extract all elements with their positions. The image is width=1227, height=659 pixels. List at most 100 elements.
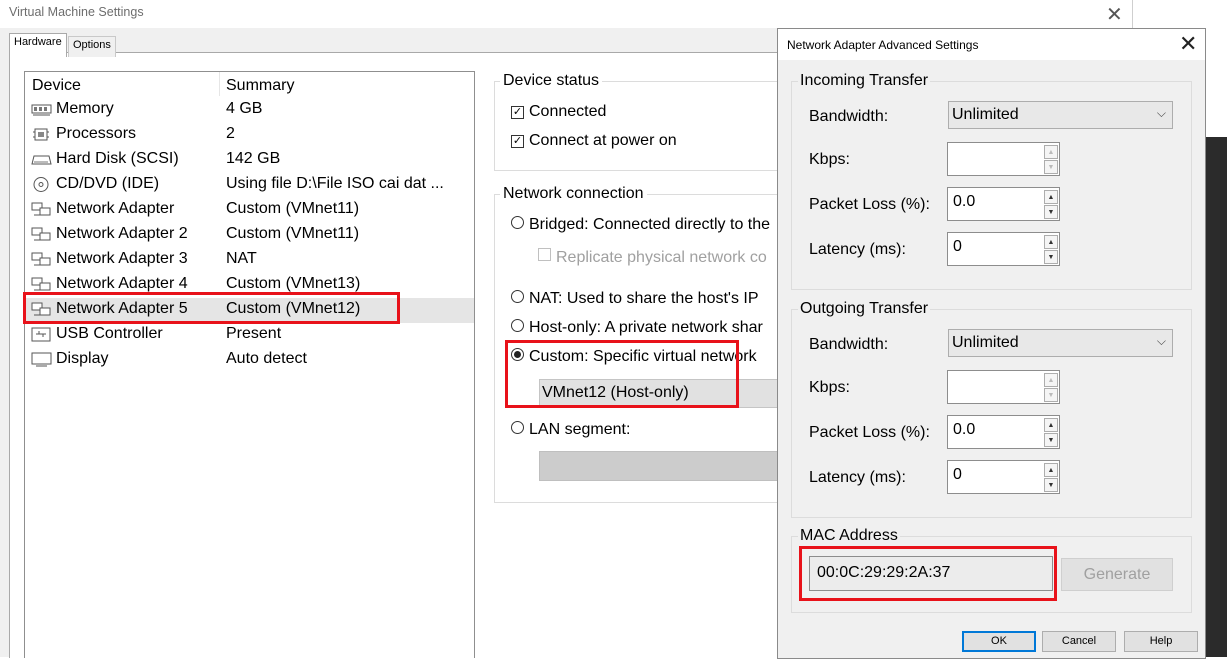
generate-button[interactable]: Generate (1061, 558, 1173, 591)
outgoing-transfer-title: Outgoing Transfer (798, 300, 931, 318)
checkbox-icon (538, 248, 551, 261)
window-title: Virtual Machine Settings (9, 5, 144, 19)
device-summary: 2 (226, 125, 235, 142)
device-name: Network Adapter (56, 200, 175, 217)
device-summary: 142 GB (226, 150, 281, 167)
highlight-box-custom-network (505, 340, 739, 408)
device-column-header[interactable]: Device (32, 77, 81, 95)
window-border (1132, 0, 1133, 28)
outgoing-latency-label: Latency (ms): (809, 469, 906, 486)
incoming-kbps-input[interactable]: ▲ ▼ (947, 142, 1060, 176)
host-only-radio[interactable]: Host-only: A private network shar (511, 319, 763, 337)
incoming-latency-input[interactable]: 0 ▲ ▼ (947, 232, 1060, 266)
device-row-usb-controller[interactable]: USB Controller Present (25, 323, 474, 348)
lan-segment-radio[interactable]: LAN segment: (511, 421, 630, 439)
spin-down-icon[interactable]: ▼ (1044, 388, 1058, 402)
device-name: Memory (56, 100, 114, 117)
outgoing-latency-input[interactable]: 0 ▲ ▼ (947, 460, 1060, 494)
column-separator[interactable] (219, 72, 220, 96)
device-name: Hard Disk (SCSI) (56, 150, 179, 167)
device-name: Network Adapter 4 (56, 275, 188, 292)
bridged-radio[interactable]: Bridged: Connected directly to the (511, 216, 770, 234)
connected-checkbox[interactable]: ✓ Connected (511, 103, 606, 121)
device-summary: 4 GB (226, 100, 263, 117)
highlight-box-selected-adapter (23, 292, 400, 324)
spin-down-icon[interactable]: ▼ (1044, 433, 1058, 447)
ok-button[interactable]: OK (962, 631, 1036, 652)
incoming-latency-label: Latency (ms): (809, 241, 906, 258)
radio-icon (511, 319, 524, 332)
replicate-checkbox[interactable]: Replicate physical network co (538, 248, 767, 267)
spin-up-icon[interactable]: ▲ (1044, 418, 1058, 432)
check-icon: ✓ (511, 135, 524, 148)
spin-down-icon[interactable]: ▼ (1044, 250, 1058, 264)
radio-icon (511, 290, 524, 303)
help-button[interactable]: Help (1124, 631, 1198, 652)
tab-options[interactable]: Options (68, 36, 116, 57)
incoming-bandwidth-label: Bandwidth: (809, 108, 889, 125)
spin-down-icon[interactable]: ▼ (1044, 160, 1058, 174)
outgoing-bandwidth-select[interactable]: Unlimited ⌵ (948, 329, 1173, 357)
spin-up-icon[interactable]: ▲ (1044, 373, 1058, 387)
device-row-network-adapter[interactable]: Network Adapter Custom (VMnet11) (25, 198, 474, 223)
device-list[interactable]: Device Summary Memory 4 GB Processors 2 … (24, 71, 475, 658)
summary-column-header[interactable]: Summary (226, 77, 294, 95)
chevron-down-icon: ⌵ (1156, 106, 1166, 120)
device-name: CD/DVD (IDE) (56, 175, 160, 192)
device-status-title: Device status (500, 72, 603, 90)
spin-up-icon[interactable]: ▲ (1044, 190, 1058, 204)
highlight-box-mac-address (799, 546, 1057, 601)
network-adapter-icon (31, 277, 51, 291)
device-row-cd-dvd[interactable]: CD/DVD (IDE) Using file D:\File ISO cai … (25, 173, 474, 198)
radio-icon (511, 421, 524, 434)
close-icon[interactable]: ✕ (1179, 31, 1197, 57)
lan-segment-select[interactable] (539, 451, 781, 481)
device-row-memory[interactable]: Memory 4 GB (25, 98, 474, 123)
network-adapter-icon (31, 227, 51, 241)
outgoing-kbps-input[interactable]: ▲ ▼ (947, 370, 1060, 404)
spin-up-icon[interactable]: ▲ (1044, 145, 1058, 159)
network-adapter-icon (31, 252, 51, 266)
dialog-title: Network Adapter Advanced Settings (787, 38, 979, 52)
desktop-background (1204, 137, 1227, 657)
outgoing-packet-loss-input[interactable]: 0.0 ▲ ▼ (947, 415, 1060, 449)
network-connection-title: Network connection (500, 185, 647, 203)
check-icon: ✓ (511, 106, 524, 119)
spin-up-icon[interactable]: ▲ (1044, 463, 1058, 477)
outgoing-packet-loss-label: Packet Loss (%): (809, 424, 930, 441)
device-summary: Custom (VMnet11) (226, 200, 360, 217)
advanced-settings-dialog: Network Adapter Advanced Settings ✕ Inco… (777, 28, 1206, 659)
device-summary: NAT (226, 250, 257, 267)
incoming-bandwidth-value: Unlimited (952, 106, 1019, 123)
cancel-button[interactable]: Cancel (1042, 631, 1116, 652)
cd-dvd-icon (33, 177, 49, 192)
nat-radio[interactable]: NAT: Used to share the host's IP (511, 290, 759, 308)
close-icon[interactable]: ✕ (1106, 2, 1123, 27)
dialog-title-bar: Network Adapter Advanced Settings ✕ (778, 29, 1205, 60)
device-row-processors[interactable]: Processors 2 (25, 123, 474, 148)
tab-hardware[interactable]: Hardware (9, 33, 67, 57)
device-name: Network Adapter 2 (56, 225, 188, 242)
incoming-packet-loss-input[interactable]: 0.0 ▲ ▼ (947, 187, 1060, 221)
spin-down-icon[interactable]: ▼ (1044, 478, 1058, 492)
device-row-hard-disk[interactable]: Hard Disk (SCSI) 142 GB (25, 148, 474, 173)
device-status-group (494, 81, 796, 171)
device-name: Processors (56, 125, 137, 142)
device-summary: Using file D:\File ISO cai dat ... (226, 175, 444, 192)
network-adapter-icon (31, 202, 51, 216)
display-icon (31, 352, 52, 367)
connect-at-power-on-checkbox[interactable]: ✓ Connect at power on (511, 132, 677, 150)
spin-up-icon[interactable]: ▲ (1044, 235, 1058, 249)
outgoing-bandwidth-value: Unlimited (952, 334, 1019, 351)
device-summary: Custom (VMnet13) (226, 275, 361, 292)
incoming-bandwidth-select[interactable]: Unlimited ⌵ (948, 101, 1173, 129)
incoming-transfer-title: Incoming Transfer (798, 72, 931, 90)
background-window (1204, 0, 1227, 137)
chevron-down-icon: ⌵ (1156, 334, 1166, 348)
device-row-network-adapter-2[interactable]: Network Adapter 2 Custom (VMnet11) (25, 223, 474, 248)
device-row-network-adapter-3[interactable]: Network Adapter 3 NAT (25, 248, 474, 273)
spin-down-icon[interactable]: ▼ (1044, 205, 1058, 219)
incoming-packet-loss-label: Packet Loss (%): (809, 196, 930, 213)
device-row-display[interactable]: Display Auto detect (25, 348, 474, 373)
device-name: Display (56, 350, 109, 367)
